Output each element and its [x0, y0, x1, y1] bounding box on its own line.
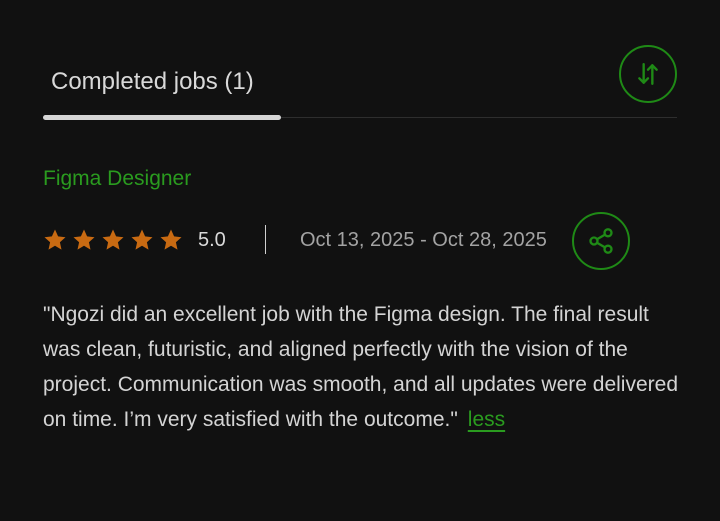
share-icon [589, 228, 613, 254]
star-icon [73, 229, 95, 250]
rating-date-divider [265, 225, 266, 254]
review-text-block: "Ngozi did an excellent job with the Fig… [43, 297, 683, 437]
date-range: Oct 13, 2025 - Oct 28, 2025 [300, 229, 547, 251]
sort-button[interactable] [619, 45, 677, 103]
sort-arrows-icon [638, 63, 658, 85]
star-icon [131, 229, 153, 250]
less-link[interactable]: less [468, 408, 505, 431]
share-button[interactable] [572, 212, 630, 270]
job-title: Figma Designer [43, 167, 192, 190]
rating-value: 5.0 [198, 229, 226, 251]
tab-completed-jobs[interactable]: Completed jobs (1) [51, 66, 254, 98]
star-rating [43, 228, 183, 252]
review-text: "Ngozi did an excellent job with the Fig… [43, 303, 678, 431]
star-icon [44, 229, 66, 250]
star-icon [160, 229, 182, 250]
tab-active-indicator [43, 115, 281, 120]
star-icon [102, 229, 124, 250]
